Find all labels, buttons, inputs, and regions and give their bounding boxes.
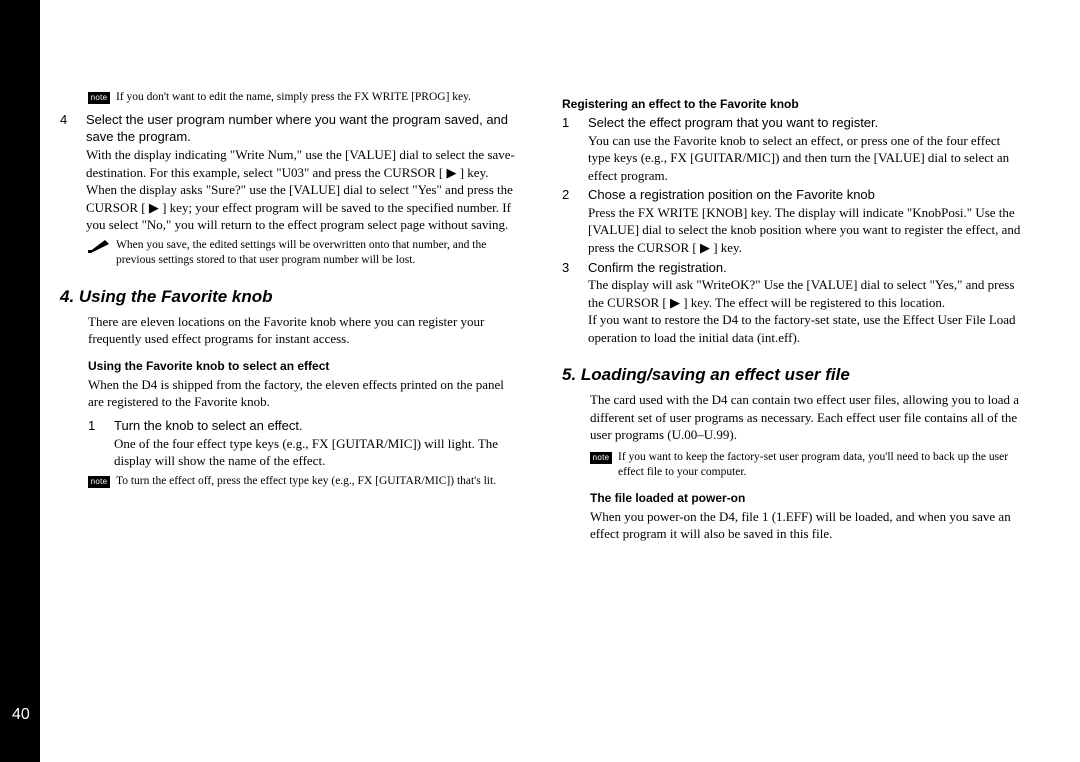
step-4: 4 Select the user program number where y… — [60, 111, 522, 234]
page-number: 40 — [12, 704, 30, 726]
subheading: Using the Favorite knob to select an eff… — [60, 358, 522, 374]
note-text: If you want to keep the factory-set user… — [618, 450, 1024, 480]
step-number: 3 — [562, 259, 588, 347]
step-3: 3 Confirm the registration. The display … — [562, 259, 1024, 347]
warning-text: When you save, the edited settings will … — [116, 238, 522, 268]
step-detail: Press the FX WRITE [KNOB] key. The displ… — [588, 204, 1024, 257]
paragraph: When the D4 is shipped from the factory,… — [60, 376, 522, 411]
paragraph: The card used with the D4 can contain tw… — [562, 391, 1024, 444]
section-heading-4: 4. Using the Favorite knob — [60, 286, 522, 309]
step-detail: With the display indicating "Write Num,"… — [86, 146, 522, 234]
step-2: 2 Chose a registration position on the F… — [562, 186, 1024, 256]
step-number: 1 — [88, 417, 114, 470]
step-detail: The display will ask "WriteOK?" Use the … — [588, 276, 1024, 346]
step-detail: You can use the Favorite knob to select … — [588, 132, 1024, 185]
paragraph: There are eleven locations on the Favori… — [60, 313, 522, 348]
note-icon: note — [88, 476, 110, 488]
subheading: Registering an effect to the Favorite kn… — [562, 96, 1024, 112]
step-title: Chose a registration position on the Fav… — [588, 186, 1024, 204]
warning-block: When you save, the edited settings will … — [60, 238, 522, 268]
step-1: 1 Select the effect program that you wan… — [562, 114, 1024, 184]
paragraph: When you power-on the D4, file 1 (1.EFF)… — [562, 508, 1024, 543]
note-text: If you don't want to edit the name, simp… — [116, 90, 522, 105]
step-title: Select the effect program that you want … — [588, 114, 1024, 132]
section-heading-5: 5. Loading/saving an effect user file — [562, 364, 1024, 387]
pencil-warn-icon — [88, 239, 110, 253]
note-text: To turn the effect off, press the effect… — [116, 474, 522, 489]
note-block: note If you want to keep the factory-set… — [562, 450, 1024, 480]
note-block: note If you don't want to edit the name,… — [60, 90, 522, 105]
right-column: Registering an effect to the Favorite kn… — [562, 86, 1024, 549]
step-title: Select the user program number where you… — [86, 111, 522, 146]
step-number: 1 — [562, 114, 588, 184]
step-1: 1 Turn the knob to select an effect. One… — [60, 417, 522, 470]
note-block: note To turn the effect off, press the e… — [60, 474, 522, 489]
note-icon: note — [88, 92, 110, 104]
step-number: 2 — [562, 186, 588, 256]
note-icon: note — [590, 452, 612, 464]
subheading: The file loaded at power-on — [562, 490, 1024, 506]
step-number: 4 — [60, 111, 86, 234]
step-detail: One of the four effect type keys (e.g., … — [114, 435, 522, 470]
step-title: Confirm the registration. — [588, 259, 1024, 277]
step-title: Turn the knob to select an effect. — [114, 417, 522, 435]
page-number-strip: 40 — [0, 0, 40, 762]
left-column: note If you don't want to edit the name,… — [60, 86, 522, 549]
